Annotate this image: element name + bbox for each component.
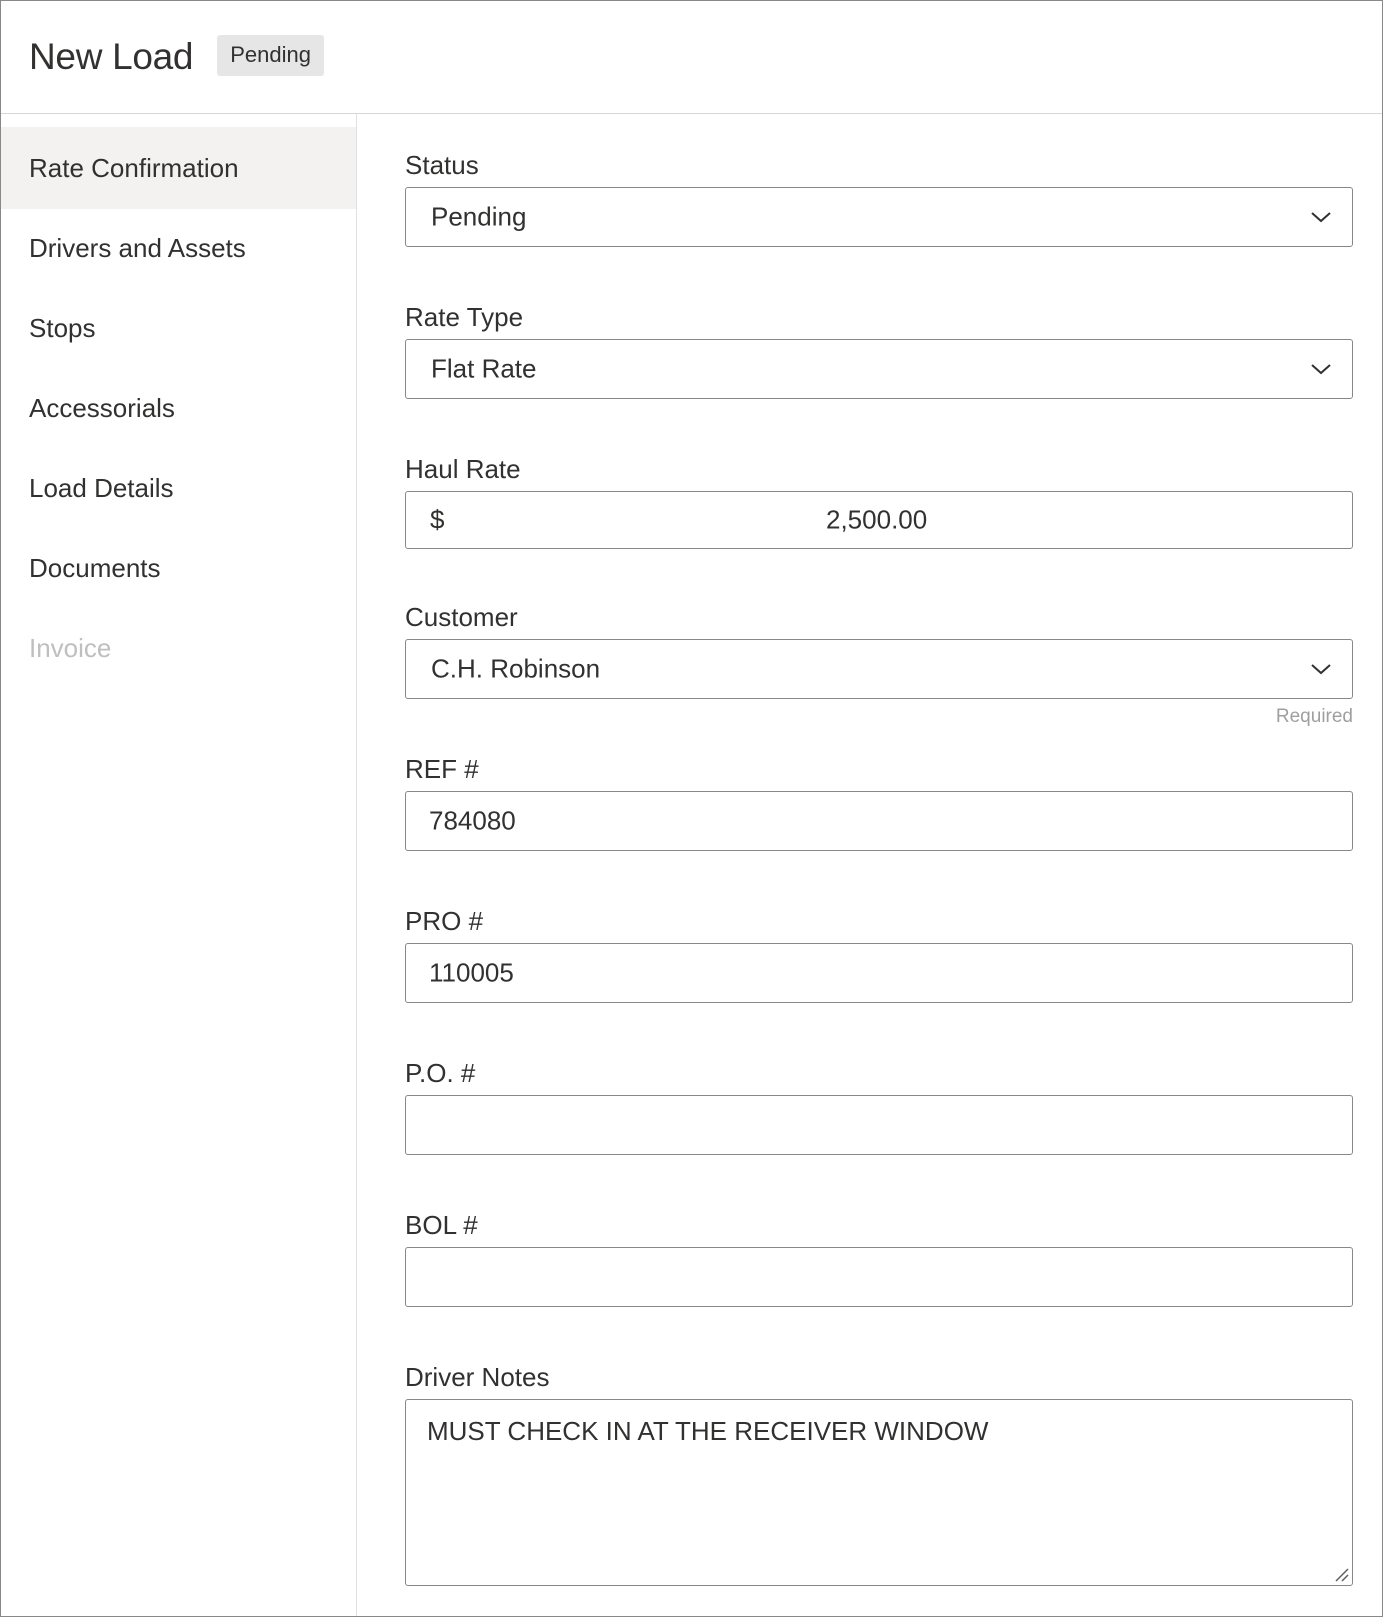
status-badge: Pending xyxy=(217,34,324,76)
haul-rate-value: 2,500.00 xyxy=(826,504,928,535)
driver-notes-label: Driver Notes xyxy=(405,1362,550,1392)
sidebar-item-drivers-and-assets[interactable]: Drivers and Assets xyxy=(1,207,356,289)
customer-dropdown[interactable]: C.H. Robinson xyxy=(405,639,1353,699)
pro-value: 110005 xyxy=(429,957,514,988)
pro-label: PRO # xyxy=(405,906,484,936)
panel-header: New Load Pending xyxy=(1,1,1382,114)
currency-prefix: $ xyxy=(430,504,445,535)
bol-label: BOL # xyxy=(405,1210,478,1240)
driver-notes-value: MUST CHECK IN AT THE RECEIVER WINDOW xyxy=(427,1416,989,1446)
haul-rate-label: Haul Rate xyxy=(405,454,521,484)
sidebar-nav: Rate Confirmation Drivers and Assets Sto… xyxy=(1,114,357,1616)
ref-label: REF # xyxy=(405,754,479,784)
customer-value: C.H. Robinson xyxy=(431,653,601,684)
sidebar-item-label: Stops xyxy=(29,312,96,343)
haul-rate-input[interactable]: $ 2,500.00 xyxy=(405,491,1353,549)
sidebar-item-invoice: Invoice xyxy=(1,607,356,689)
sidebar-item-label: Invoice xyxy=(29,632,112,663)
sidebar-item-rate-confirmation[interactable]: Rate Confirmation xyxy=(1,127,356,209)
sidebar-item-label: Load Details xyxy=(29,472,174,503)
chevron-down-icon xyxy=(1311,364,1331,375)
ref-input[interactable]: 784080 xyxy=(405,791,1353,851)
page-title: New Load xyxy=(29,36,194,77)
status-value: Pending xyxy=(431,201,527,232)
rate-type-label: Rate Type xyxy=(405,302,524,332)
rate-type-dropdown[interactable]: Flat Rate xyxy=(405,339,1353,399)
driver-notes-textarea[interactable]: MUST CHECK IN AT THE RECEIVER WINDOW xyxy=(405,1399,1353,1586)
customer-label: Customer xyxy=(405,602,518,632)
status-dropdown[interactable]: Pending xyxy=(405,187,1353,247)
new-load-panel: New Load Pending Rate Confirmation Drive… xyxy=(0,0,1383,1617)
po-label: P.O. # xyxy=(405,1058,476,1088)
bol-input[interactable] xyxy=(405,1247,1353,1307)
sidebar-item-label: Drivers and Assets xyxy=(29,232,246,263)
po-input[interactable] xyxy=(405,1095,1353,1155)
sidebar-item-load-details[interactable]: Load Details xyxy=(1,447,356,529)
rate-confirmation-form: Status Pending Rate Type Flat Rate Haul … xyxy=(357,114,1382,1616)
sidebar-item-label: Rate Confirmation xyxy=(29,152,239,183)
pro-input[interactable]: 110005 xyxy=(405,943,1353,1003)
status-label: Status xyxy=(405,150,479,180)
rate-type-value: Flat Rate xyxy=(431,353,537,384)
sidebar-item-label: Documents xyxy=(29,552,161,583)
sidebar-item-stops[interactable]: Stops xyxy=(1,287,356,369)
chevron-down-icon xyxy=(1311,664,1331,675)
required-hint: Required xyxy=(1275,706,1353,727)
resize-grip-icon[interactable] xyxy=(1332,1565,1350,1583)
sidebar-item-documents[interactable]: Documents xyxy=(1,527,356,609)
chevron-down-icon xyxy=(1311,212,1331,223)
sidebar-item-label: Accessorials xyxy=(29,392,175,423)
sidebar-item-accessorials[interactable]: Accessorials xyxy=(1,367,356,449)
ref-value: 784080 xyxy=(429,805,516,836)
